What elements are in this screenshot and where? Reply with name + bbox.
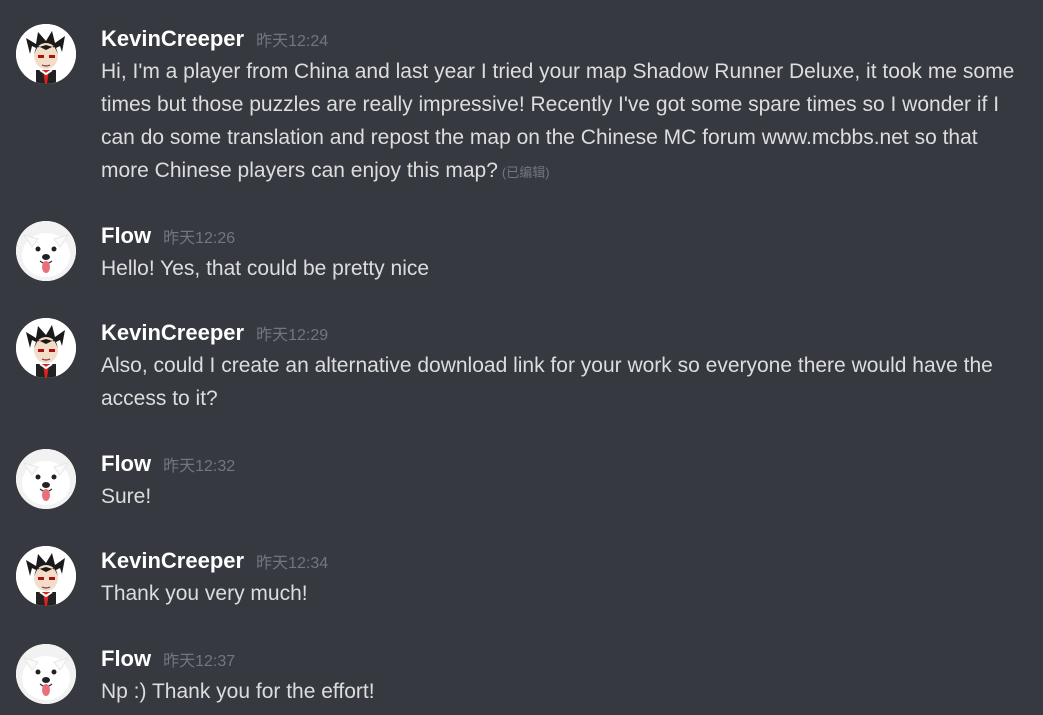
message-content: Thank you very much! <box>101 577 1031 610</box>
timestamp[interactable]: 昨天12:24 <box>256 28 328 56</box>
message-text: Sure! <box>101 485 152 508</box>
username[interactable]: KevinCreeper <box>101 547 244 575</box>
username[interactable]: KevinCreeper <box>101 319 244 347</box>
timestamp[interactable]: 昨天12:32 <box>163 453 235 481</box>
username[interactable]: KevinCreeper <box>101 25 244 53</box>
edited-label: (已编辑) <box>501 165 550 180</box>
message-header: Flow 昨天12:26 <box>101 222 235 250</box>
username[interactable]: Flow <box>101 222 151 250</box>
anime-boy-avatar-icon <box>16 318 76 378</box>
avatar-kevincreeper[interactable] <box>16 318 76 378</box>
message-text: Hi, I'm a player from China and last yea… <box>101 60 1015 182</box>
avatar-kevincreeper[interactable] <box>16 24 76 84</box>
message-content: Also, could I create an alternative down… <box>101 349 1031 415</box>
samoyed-dog-avatar-icon <box>16 221 76 281</box>
samoyed-dog-avatar-icon <box>16 644 76 704</box>
anime-boy-avatar-icon <box>16 546 76 606</box>
message-header: Flow 昨天12:32 <box>101 450 235 478</box>
message-content: Hello! Yes, that could be pretty nice <box>101 252 1031 285</box>
avatar-flow[interactable] <box>16 449 76 509</box>
timestamp[interactable]: 昨天12:34 <box>256 550 328 578</box>
avatar-flow[interactable] <box>16 221 76 281</box>
avatar-kevincreeper[interactable] <box>16 546 76 606</box>
message-header: KevinCreeper 昨天12:29 <box>101 319 328 347</box>
timestamp[interactable]: 昨天12:37 <box>163 648 235 676</box>
message-text: Thank you very much! <box>101 582 308 605</box>
message-content: Sure! <box>101 480 1031 513</box>
message-header: KevinCreeper 昨天12:34 <box>101 547 328 575</box>
avatar-flow[interactable] <box>16 644 76 704</box>
username[interactable]: Flow <box>101 450 151 478</box>
samoyed-dog-avatar-icon <box>16 449 76 509</box>
message-content: Np :) Thank you for the effort! <box>101 675 1031 708</box>
message-text: Np :) Thank you for the effort! <box>101 680 375 703</box>
message-text: Also, could I create an alternative down… <box>101 354 993 410</box>
message-header: KevinCreeper 昨天12:24 <box>101 25 328 53</box>
timestamp[interactable]: 昨天12:29 <box>256 322 328 350</box>
message-text: Hello! Yes, that could be pretty nice <box>101 257 430 280</box>
username[interactable]: Flow <box>101 645 151 673</box>
anime-boy-avatar-icon <box>16 24 76 84</box>
message-header: Flow 昨天12:37 <box>101 645 235 673</box>
message-content: Hi, I'm a player from China and last yea… <box>101 55 1031 189</box>
timestamp[interactable]: 昨天12:26 <box>163 225 235 253</box>
